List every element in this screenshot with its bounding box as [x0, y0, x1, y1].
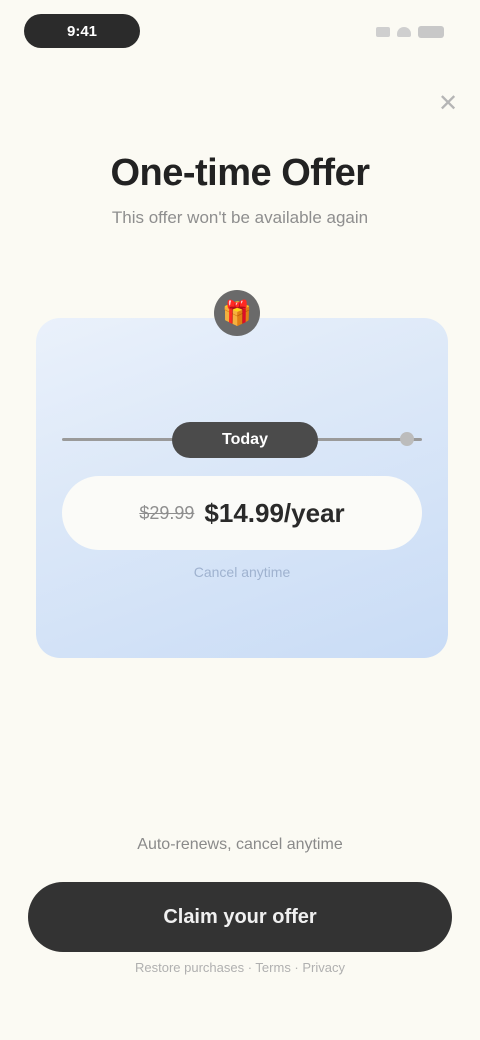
offer-card: Today $29.99 $14.99/year Cancel anytime	[36, 318, 448, 658]
status-bar: 9:41	[0, 0, 480, 64]
signal-icon	[376, 27, 390, 37]
timeline-label: Today	[172, 422, 318, 458]
price-pill: $29.99 $14.99/year	[62, 476, 422, 550]
status-time: 9:41	[24, 14, 140, 48]
price-old: $29.99	[139, 502, 195, 523]
page-title: One-time Offer	[110, 152, 370, 194]
offer-timeline: Today	[62, 422, 422, 458]
claim-offer-button[interactable]: Claim your offer	[28, 882, 452, 952]
card-note: Cancel anytime	[193, 564, 291, 580]
gift-icon: 🎁	[214, 290, 260, 336]
price-new: $14.99/year	[204, 497, 345, 528]
status-icons	[376, 24, 444, 40]
timeline-end-dot	[400, 432, 414, 446]
footer-links[interactable]: Restore purchases · Terms · Privacy	[60, 960, 420, 975]
terms-text: Auto-renews, cancel anytime	[137, 836, 343, 853]
page-subtitle: This offer won't be available again	[111, 208, 369, 227]
close-icon[interactable]: ✕	[432, 88, 464, 120]
battery-icon	[418, 26, 444, 38]
wifi-icon	[397, 27, 411, 37]
